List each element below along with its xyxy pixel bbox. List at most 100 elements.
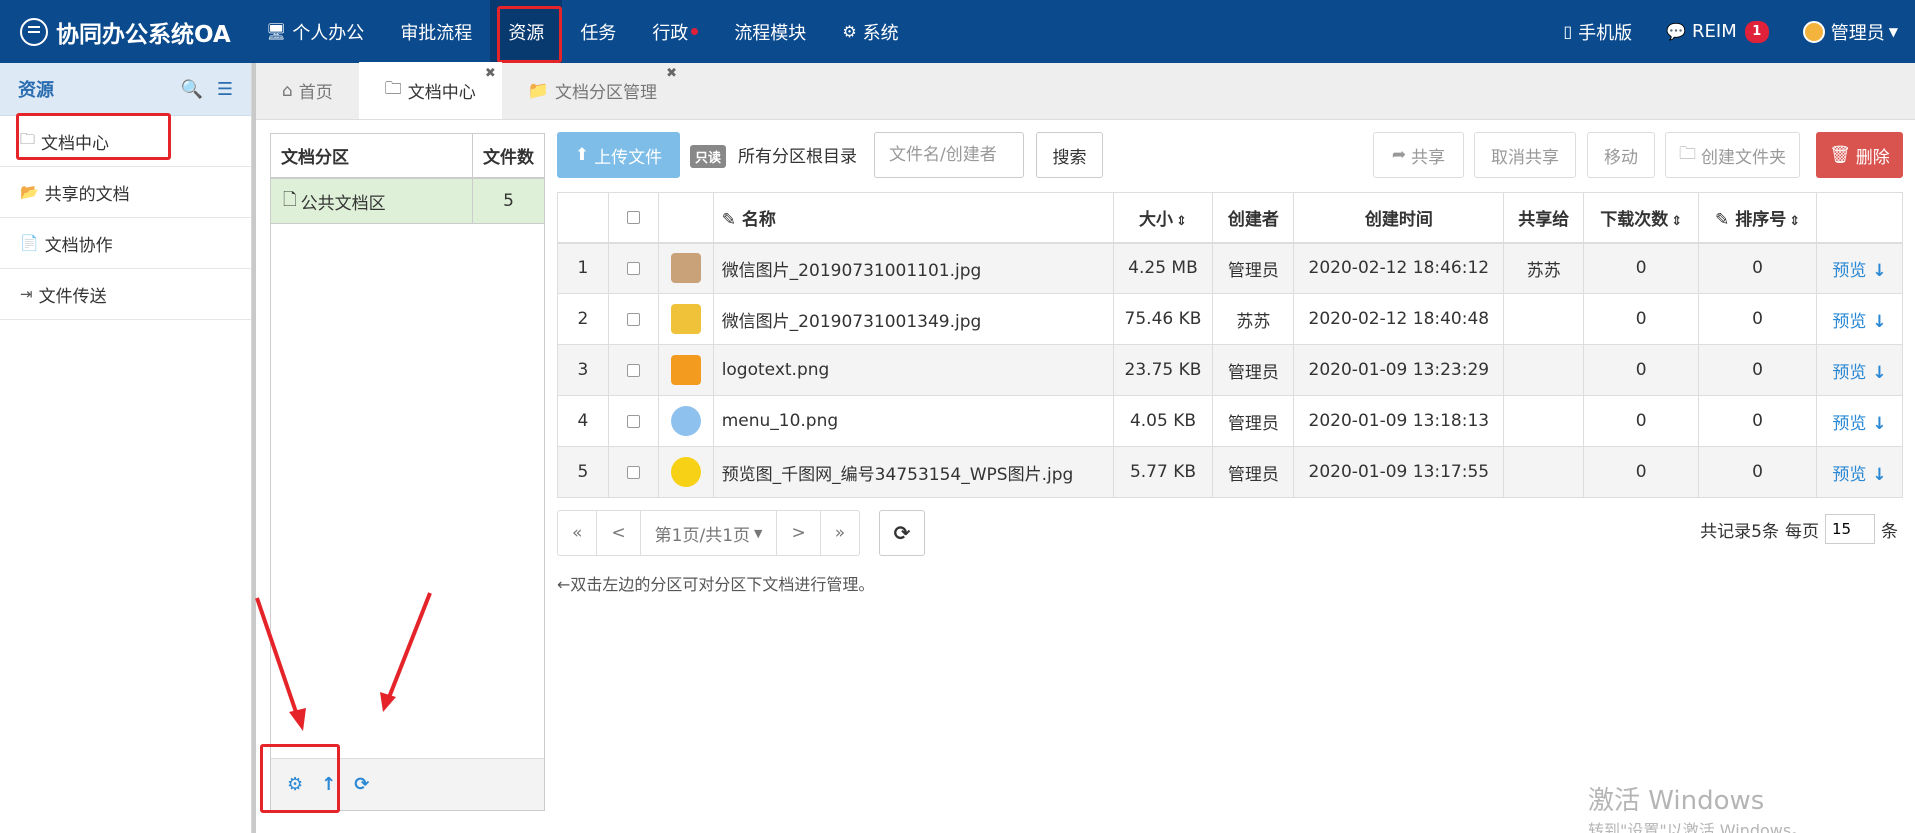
file-table: ✎ 名称 大小 ⇕ 创建者 创建时间 共享给 下载次数 ⇕ ✎ 排序号 ⇕ 1 微信图片…	[557, 192, 1903, 498]
row-checkbox[interactable]	[607, 395, 659, 447]
caret-down-icon: ▼	[754, 526, 763, 540]
preview-link[interactable]: 预览	[1832, 414, 1866, 434]
sidebar-item-doc-collab[interactable]: 📄 文档协作	[0, 218, 251, 269]
file-downloads: 0	[1583, 344, 1700, 396]
nav-system[interactable]: ⚙ 系统	[824, 0, 916, 63]
reim-link[interactable]: 💬 REIM 1	[1649, 0, 1786, 63]
row-checkbox[interactable]	[607, 293, 659, 345]
partition-row[interactable]: 🗋 公共文档区 5	[271, 179, 544, 224]
app-brand[interactable]: 协同办公系统OA	[0, 0, 248, 63]
file-size: 23.75 KB	[1112, 344, 1214, 396]
close-icon[interactable]: ✖	[485, 66, 496, 81]
preview-action[interactable]: 预览 ↓	[1816, 344, 1903, 396]
create-folder-button[interactable]: 🗀 创建文件夹	[1665, 132, 1800, 178]
file-name[interactable]: 预览图_千图网_编号34753154_WPS图片.jpg	[712, 446, 1114, 498]
sidebar-item-shared-docs[interactable]: 📂 共享的文档	[0, 167, 251, 218]
refresh-icon[interactable]: ⟳	[354, 774, 369, 795]
preview-link[interactable]: 预览	[1832, 465, 1866, 485]
unshare-button[interactable]: 取消共享	[1474, 132, 1576, 178]
next-page-button[interactable]: >	[777, 511, 821, 555]
nav-flow-module[interactable]: 流程模块	[716, 0, 824, 63]
tab-doc-center[interactable]: 🗀 文档中心 ✖	[358, 62, 502, 119]
select-all-checkbox[interactable]	[626, 210, 640, 224]
row-select-checkbox[interactable]	[626, 363, 640, 377]
file-shared-to	[1503, 293, 1585, 345]
row-select-checkbox[interactable]	[626, 465, 640, 479]
close-icon[interactable]: ✖	[666, 66, 677, 81]
row-checkbox[interactable]	[607, 344, 659, 396]
nav-resources[interactable]: 资源	[490, 0, 563, 63]
file-creator: 管理员	[1212, 395, 1295, 447]
arrow-up-icon[interactable]: ↑	[321, 774, 336, 795]
col-downloads[interactable]: 下载次数 ⇕	[1583, 192, 1700, 244]
tab-partition-manage[interactable]: 📁 文档分区管理 ✖	[502, 62, 683, 119]
search-button[interactable]: 搜索	[1036, 132, 1103, 178]
row-select-checkbox[interactable]	[626, 261, 640, 275]
file-name[interactable]: 微信图片_20190731001101.jpg	[712, 242, 1114, 294]
share-icon: ➦	[1391, 145, 1407, 165]
preview-action[interactable]: 预览 ↓	[1816, 293, 1903, 345]
nav-tasks[interactable]: 任务	[562, 0, 634, 63]
nav-admin[interactable]: 行政	[634, 0, 716, 63]
col-size[interactable]: 大小 ⇕	[1112, 192, 1214, 244]
search-icon[interactable]: 🔍	[180, 79, 202, 100]
panel-splitter[interactable]	[252, 63, 256, 833]
delete-button[interactable]: 🗑 删除	[1816, 132, 1903, 178]
chat-icon: 💬	[1666, 22, 1687, 41]
preview-action[interactable]: 预览 ↓	[1816, 446, 1903, 498]
preview-action[interactable]: 预览 ↓	[1816, 395, 1903, 447]
per-page-input[interactable]	[1825, 514, 1875, 544]
readonly-badge: 只读	[690, 145, 727, 168]
user-menu[interactable]: 管理员 ▼	[1786, 0, 1915, 63]
move-button[interactable]: 移动	[1587, 132, 1655, 178]
row-checkbox[interactable]	[607, 242, 659, 294]
last-page-button[interactable]: »	[821, 511, 859, 555]
mobile-link[interactable]: ▯ 手机版	[1546, 0, 1649, 63]
col-actions	[1816, 192, 1903, 244]
usage-hint: ←双击左边的分区可对分区下文档进行管理。	[557, 575, 875, 594]
tab-home[interactable]: ⌂ 首页	[256, 62, 359, 119]
col-order[interactable]: ✎ 排序号 ⇕	[1698, 192, 1818, 244]
download-arrow-icon[interactable]: ↓	[1866, 312, 1886, 332]
preview-link[interactable]: 预览	[1832, 363, 1866, 383]
page-select[interactable]: 第1页/共1页 ▼	[641, 511, 778, 555]
col-name[interactable]: ✎ 名称	[712, 192, 1114, 244]
table-row[interactable]: 3 logotext.png 23.75 KB 管理员 2020-01-09 13:23…	[557, 344, 1903, 396]
partition-col-name: 文档分区	[271, 134, 473, 177]
preview-action[interactable]: 预览 ↓	[1816, 242, 1903, 294]
preview-link[interactable]: 预览	[1832, 261, 1866, 281]
row-select-checkbox[interactable]	[626, 414, 640, 428]
prev-page-button[interactable]: <	[597, 511, 641, 555]
table-row[interactable]: 2 微信图片_20190731001349.jpg 75.46 KB 苏苏 2020-0…	[557, 293, 1903, 345]
download-arrow-icon[interactable]: ↓	[1866, 465, 1886, 485]
row-thumb	[657, 395, 714, 447]
first-page-button[interactable]: «	[558, 511, 598, 555]
table-row[interactable]: 4 menu_10.png 4.05 KB 管理员 2020-01-09 13:18:1…	[557, 395, 1903, 447]
file-name[interactable]: menu_10.png	[712, 395, 1114, 447]
sign-out-icon: ⇥	[20, 285, 33, 303]
table-row[interactable]: 5 预览图_千图网_编号34753154_WPS图片.jpg 5.77 KB 管理员 2…	[557, 446, 1903, 498]
sidebar-header: 资源 🔍 ☰	[0, 63, 251, 116]
sidebar-item-file-transfer[interactable]: ⇥ 文件传送	[0, 269, 251, 320]
row-checkbox[interactable]	[607, 446, 659, 498]
sidebar-item-doc-center[interactable]: 🗀 文档中心	[0, 116, 251, 167]
file-name[interactable]: logotext.png	[712, 344, 1114, 396]
download-arrow-icon[interactable]: ↓	[1866, 363, 1886, 383]
share-button[interactable]: ➦ 共享	[1373, 132, 1464, 178]
nav-personal-office[interactable]: 🖥 个人办公	[248, 0, 382, 63]
download-arrow-icon[interactable]: ↓	[1866, 261, 1886, 281]
col-select-all[interactable]	[607, 192, 659, 244]
file-shared-to: 苏苏	[1503, 242, 1585, 294]
file-name[interactable]: 微信图片_20190731001349.jpg	[712, 293, 1114, 345]
search-input[interactable]	[874, 132, 1024, 178]
menu-icon[interactable]: ☰	[217, 79, 233, 100]
row-select-checkbox[interactable]	[626, 312, 640, 326]
refresh-icon: ⟳	[893, 521, 911, 545]
upload-button[interactable]: ⬆ 上传文件	[557, 132, 680, 178]
nav-approval-flow[interactable]: 审批流程	[382, 0, 490, 63]
preview-link[interactable]: 预览	[1832, 312, 1866, 332]
download-arrow-icon[interactable]: ↓	[1866, 414, 1886, 434]
gear-icon[interactable]: ⚙	[287, 774, 303, 795]
refresh-button[interactable]: ⟳	[879, 510, 925, 556]
table-row[interactable]: 1 微信图片_20190731001101.jpg 4.25 MB 管理员 2020-0…	[557, 242, 1903, 294]
